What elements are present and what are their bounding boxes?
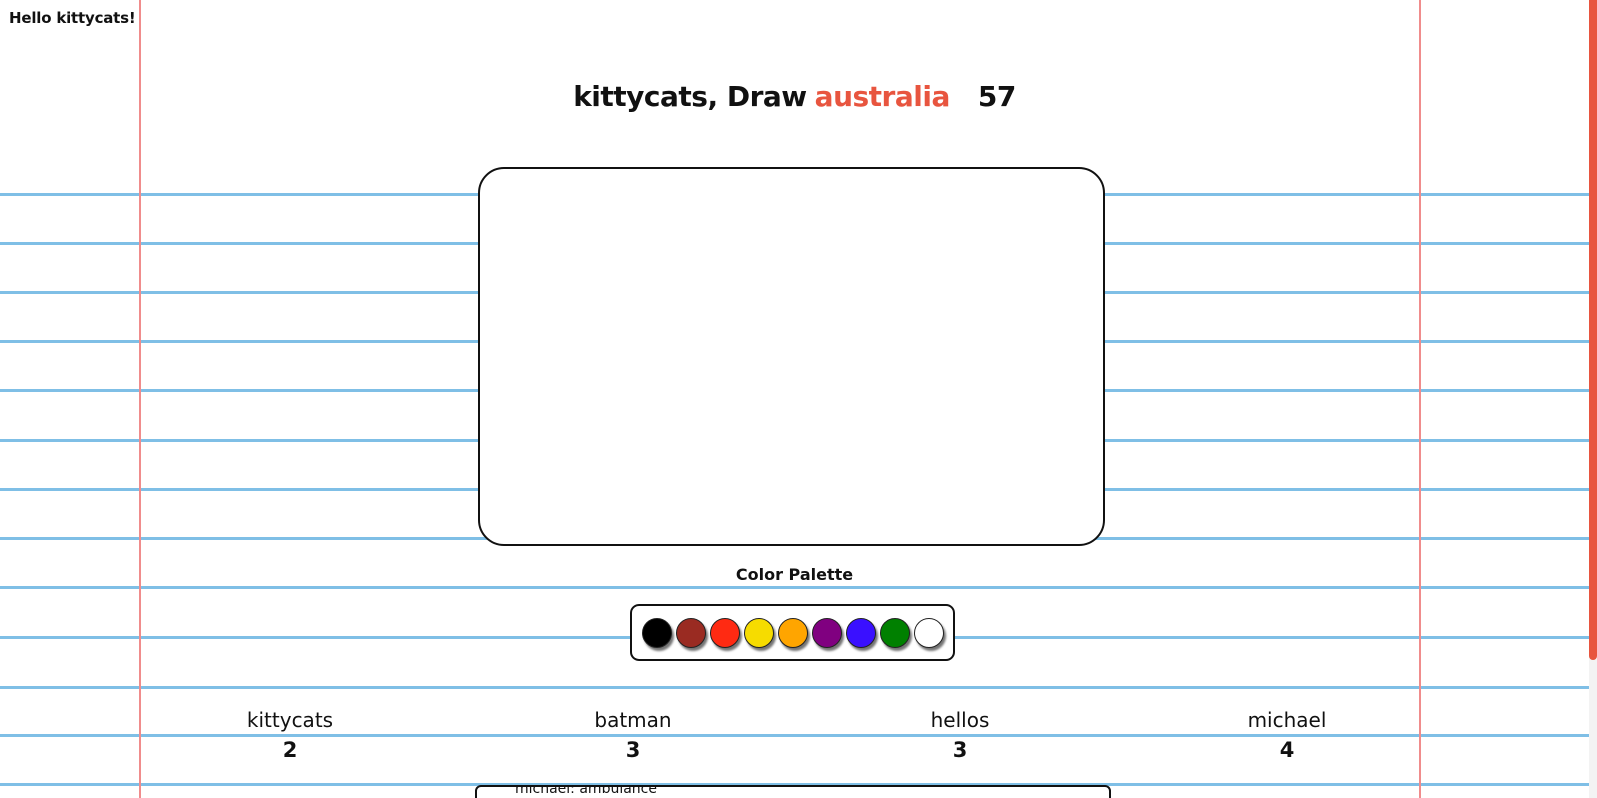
color-swatch-black[interactable]: [642, 618, 672, 648]
chat-box[interactable]: michael: ambulance: [475, 785, 1111, 798]
left-margin-line: [139, 0, 141, 798]
greeting-text: Hello kittycats!: [9, 9, 136, 27]
player-score: 4: [1279, 738, 1295, 762]
scrollbar[interactable]: [1589, 0, 1597, 798]
player-score: 3: [625, 738, 641, 762]
ruled-line: [0, 586, 1589, 589]
ruled-line: [0, 686, 1589, 689]
color-swatch-yellow[interactable]: [744, 618, 774, 648]
scrollbar-thumb[interactable]: [1589, 0, 1597, 660]
color-swatch-blue[interactable]: [846, 618, 876, 648]
color-palette: [630, 604, 955, 661]
chat-message: michael: ambulance: [515, 785, 657, 797]
secret-word: australia: [814, 80, 951, 113]
player-card: kittycats 2: [180, 708, 400, 764]
player-card: hellos 3: [850, 708, 1070, 764]
right-margin-line: [1419, 0, 1421, 798]
color-swatch-brown[interactable]: [676, 618, 706, 648]
round-title: kittycats, Draw australia 57: [0, 80, 1589, 113]
player-card: batman 3: [523, 708, 743, 764]
player-name: michael: [1247, 708, 1327, 732]
palette-label: Color Palette: [735, 565, 854, 584]
drawer-prompt: kittycats, Draw: [573, 80, 807, 113]
player-score: 3: [952, 738, 968, 762]
notebook-page: Hello kittycats! kittycats, Draw australi…: [0, 0, 1597, 798]
player-card: michael 4: [1177, 708, 1397, 764]
color-swatch-white[interactable]: [914, 618, 944, 648]
color-swatch-red[interactable]: [710, 618, 740, 648]
player-name: kittycats: [246, 708, 334, 732]
player-name: batman: [594, 708, 672, 732]
player-score: 2: [282, 738, 298, 762]
color-swatch-purple[interactable]: [812, 618, 842, 648]
color-swatch-green[interactable]: [880, 618, 910, 648]
color-swatch-orange[interactable]: [778, 618, 808, 648]
player-name: hellos: [930, 708, 990, 732]
drawing-canvas[interactable]: [478, 167, 1105, 546]
countdown-timer: 57: [977, 80, 1016, 113]
